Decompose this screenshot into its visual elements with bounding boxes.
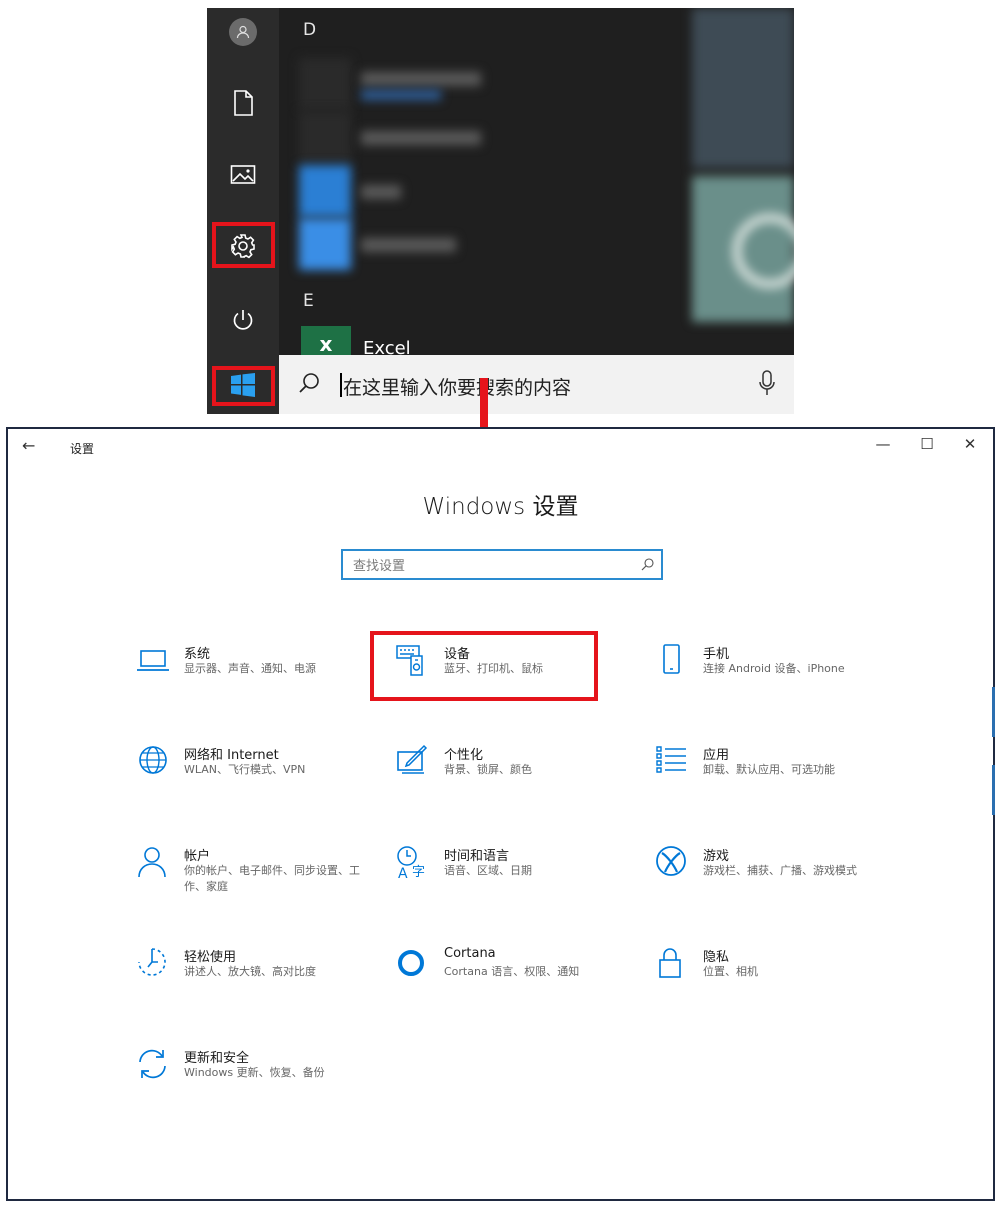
section-header-e[interactable]: E: [303, 291, 314, 311]
category-personalization[interactable]: 个性化 背景、锁屏、颜色: [396, 744, 626, 804]
category-accounts[interactable]: 帐户 你的帐户、电子邮件、同步设置、工作、家庭: [136, 845, 366, 905]
section-header-d[interactable]: D: [303, 20, 316, 40]
category-update-security[interactable]: 更新和安全 Windows 更新、恢复、备份: [136, 1047, 366, 1107]
start-highlight-box: [212, 366, 275, 406]
settings-search-box[interactable]: [341, 549, 663, 580]
apps-list-icon: [656, 746, 686, 773]
pictures-button[interactable]: [207, 147, 279, 203]
category-title: Cortana: [444, 946, 496, 961]
app-label-blurred: [361, 72, 481, 86]
search-icon: [641, 558, 654, 571]
category-description: Windows 更新、恢复、备份: [184, 1066, 325, 1079]
documents-button[interactable]: [207, 75, 279, 131]
picture-icon: [230, 165, 256, 184]
lock-icon: [659, 948, 681, 978]
category-cortana[interactable]: Cortana Cortana 语言、权限、通知: [396, 946, 626, 1006]
svg-text:A: A: [398, 866, 408, 879]
time-language-icon: A字: [397, 846, 425, 879]
app-tile: [299, 165, 351, 217]
category-description: Cortana 语言、权限、通知: [444, 965, 580, 978]
category-title: 时间和语言: [444, 849, 510, 864]
category-gaming[interactable]: 游戏 游戏栏、捕获、广播、游戏模式: [655, 845, 885, 905]
blurred-app-3[interactable]: [299, 165, 599, 217]
ease-of-access-icon: [138, 948, 166, 976]
app-tile: [299, 58, 351, 110]
laptop-icon: [137, 650, 169, 671]
blurred-app-1[interactable]: [299, 58, 599, 110]
category-description: 位置、相机: [703, 965, 758, 978]
category-description: 连接 Android 设备、iPhone: [703, 662, 845, 675]
start-rail: [207, 8, 279, 355]
app-label-blurred: [361, 185, 401, 199]
devices-highlight-box: [370, 631, 598, 701]
category-title: 个性化: [444, 748, 484, 763]
cortana-icon: [398, 950, 424, 976]
user-icon: [229, 18, 257, 46]
microphone-icon[interactable]: [758, 370, 776, 398]
category-title: 系统: [184, 647, 211, 662]
category-description: 背景、锁屏、颜色: [444, 763, 532, 776]
category-title: 游戏: [703, 849, 730, 864]
search-icon: [299, 373, 319, 393]
settings-highlight-box: [212, 222, 275, 268]
text-caret: [340, 373, 342, 397]
category-description: 讲述人、放大镜、高对比度: [184, 965, 316, 978]
category-time-language[interactable]: A字 时间和语言 语音、区域、日期: [396, 845, 626, 905]
taskbar-search-placeholder: 在这里输入你要搜索的内容: [343, 377, 572, 399]
taskbar-search-box[interactable]: 在这里输入你要搜索的内容: [279, 355, 794, 414]
blurred-app-2[interactable]: [299, 111, 599, 163]
category-title: 应用: [703, 748, 730, 763]
xbox-icon: [656, 846, 686, 876]
power-button[interactable]: [207, 292, 279, 348]
app-label-blurred: [361, 131, 481, 145]
live-tiles-blurred: [692, 8, 794, 322]
category-title: 网络和 Internet: [184, 748, 279, 763]
user-avatar[interactable]: [207, 8, 279, 60]
category-description: 卸载、默认应用、可选功能: [703, 763, 835, 776]
category-privacy[interactable]: 隐私 位置、相机: [655, 946, 885, 1006]
category-title: 更新和安全: [184, 1051, 250, 1066]
scroll-edge: [992, 765, 995, 815]
update-icon: [139, 1049, 166, 1079]
category-phone[interactable]: 手机 连接 Android 设备、iPhone: [655, 643, 885, 703]
title-bar: ← 设置 — ☐ ✕: [8, 429, 993, 465]
category-description: 你的帐户、电子邮件、同步设置、工作、家庭: [184, 864, 360, 893]
category-ease-of-access[interactable]: 轻松使用 讲述人、放大镜、高对比度: [136, 946, 366, 1006]
app-tile: [299, 111, 351, 163]
paint-icon: [397, 744, 428, 774]
page-heading: Windows 设置: [422, 494, 579, 520]
app-label-blurred: [361, 238, 456, 252]
category-title: 帐户: [184, 849, 211, 864]
phone-icon: [663, 644, 680, 674]
power-icon: [233, 310, 253, 330]
person-icon: [138, 847, 166, 878]
category-description: WLAN、飞行模式、VPN: [184, 763, 306, 776]
category-title: 手机: [703, 647, 730, 662]
scroll-edge: [992, 687, 995, 737]
taskbar: 在这里输入你要搜索的内容: [207, 355, 794, 414]
document-icon: [234, 90, 253, 116]
svg-text:字: 字: [412, 865, 425, 879]
category-network[interactable]: 网络和 Internet WLAN、飞行模式、VPN: [136, 744, 366, 804]
category-system[interactable]: 系统 显示器、声音、通知、电源: [136, 643, 366, 703]
category-apps[interactable]: 应用 卸载、默认应用、可选功能: [655, 744, 885, 804]
maximize-button[interactable]: ☐: [915, 435, 939, 453]
category-title: 隐私: [703, 950, 730, 965]
app-tile: [299, 218, 351, 270]
close-button[interactable]: ✕: [958, 435, 982, 453]
start-menu: D E x Excel 在这里输入你要搜索的内容: [207, 8, 794, 414]
blurred-app-4[interactable]: [299, 218, 599, 270]
category-description: 语音、区域、日期: [444, 864, 532, 877]
back-button[interactable]: ←: [22, 436, 35, 455]
globe-icon: [139, 746, 167, 774]
settings-search-input[interactable]: [351, 556, 635, 576]
category-title: 轻松使用: [184, 950, 237, 965]
app-sublabel-blurred: [361, 90, 441, 100]
excel-tile-letter: x: [319, 332, 333, 356]
settings-window: ← 设置 — ☐ ✕ Windows 设置 系统 显示器、声音、通知、电源 设备…: [6, 427, 995, 1201]
category-description: 显示器、声音、通知、电源: [184, 662, 316, 675]
category-description: 游戏栏、捕获、广播、游戏模式: [703, 864, 857, 877]
minimize-button[interactable]: —: [871, 435, 895, 453]
window-title: 设置: [70, 442, 95, 456]
